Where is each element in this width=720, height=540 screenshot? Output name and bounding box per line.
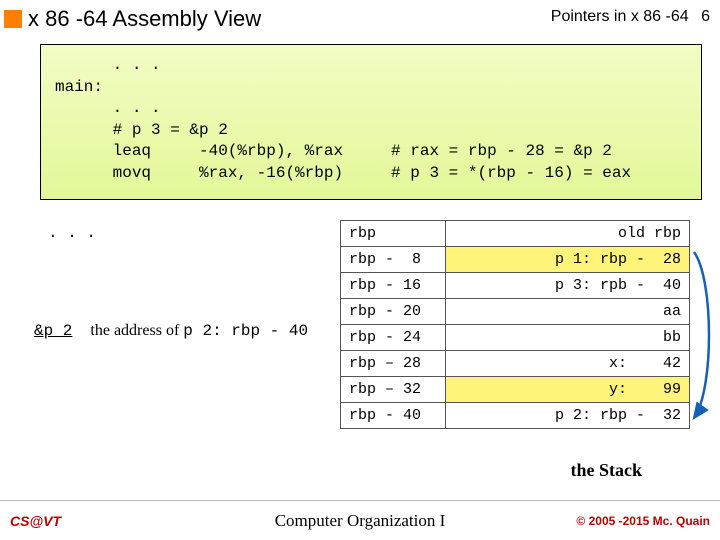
ellipsis: . . .: [48, 224, 96, 242]
stack-offset: rbp – 32: [341, 377, 446, 403]
stack-offset: rbp – 28: [341, 351, 446, 377]
footer-center: Computer Organization I: [275, 511, 446, 531]
stack-offset: rbp - 16: [341, 273, 446, 299]
table-row: rbp - 8p 1: rbp - 28: [341, 247, 690, 273]
p2-mono: p 2: rbp - 40: [183, 322, 308, 340]
table-row: rbp - 40p 2: rbp - 32: [341, 403, 690, 429]
stack-caption: the Stack: [571, 460, 643, 481]
stack-value: aa: [446, 299, 690, 325]
header-bullet: [4, 10, 22, 28]
slide-title: x 86 -64 Assembly View: [28, 6, 261, 32]
stack-table: rbpold rbprbp - 8p 1: rbp - 28rbp - 16p …: [340, 220, 690, 429]
pointer-arrow: [688, 240, 718, 440]
footer-right: © 2005 -2015 Mc. Quain: [576, 514, 710, 528]
header-right: Pointers in x 86 -64 6: [551, 8, 710, 26]
stack-offset: rbp - 40: [341, 403, 446, 429]
stack-offset: rbp - 20: [341, 299, 446, 325]
stack-value: old rbp: [446, 221, 690, 247]
footer-left: CS@VT: [10, 513, 61, 529]
stack-value: x: 42: [446, 351, 690, 377]
stack-value: y: 99: [446, 377, 690, 403]
assembly-code-box: . . . main: . . . # p 3 = &p 2 leaq -40(…: [40, 44, 702, 200]
p2-address-row: &p 2 the address of p 2: rbp - 40: [34, 322, 308, 340]
slide-header: x 86 -64 Assembly View Pointers in x 86 …: [0, 0, 720, 36]
slide-footer: CS@VT Computer Organization I © 2005 -20…: [0, 500, 720, 540]
stack-offset: rbp - 8: [341, 247, 446, 273]
stack-value: p 2: rbp - 32: [446, 403, 690, 429]
topic-label: Pointers in x 86 -64: [551, 8, 689, 25]
stack-offset: rbp: [341, 221, 446, 247]
stack-value: p 1: rbp - 28: [446, 247, 690, 273]
stack-offset: rbp - 24: [341, 325, 446, 351]
stack-value: bb: [446, 325, 690, 351]
table-row: rbpold rbp: [341, 221, 690, 247]
page-number: 6: [701, 8, 710, 25]
stack-value: p 3: rpb - 40: [446, 273, 690, 299]
table-row: rbp – 28x: 42: [341, 351, 690, 377]
table-row: rbp - 20aa: [341, 299, 690, 325]
p2-value: the address of p 2: rbp - 40: [90, 322, 308, 340]
table-row: rbp - 24bb: [341, 325, 690, 351]
p2-prefix: the address of: [90, 322, 183, 339]
p2-label: &p 2: [34, 322, 72, 340]
table-row: rbp - 16p 3: rpb - 40: [341, 273, 690, 299]
table-row: rbp – 32y: 99: [341, 377, 690, 403]
